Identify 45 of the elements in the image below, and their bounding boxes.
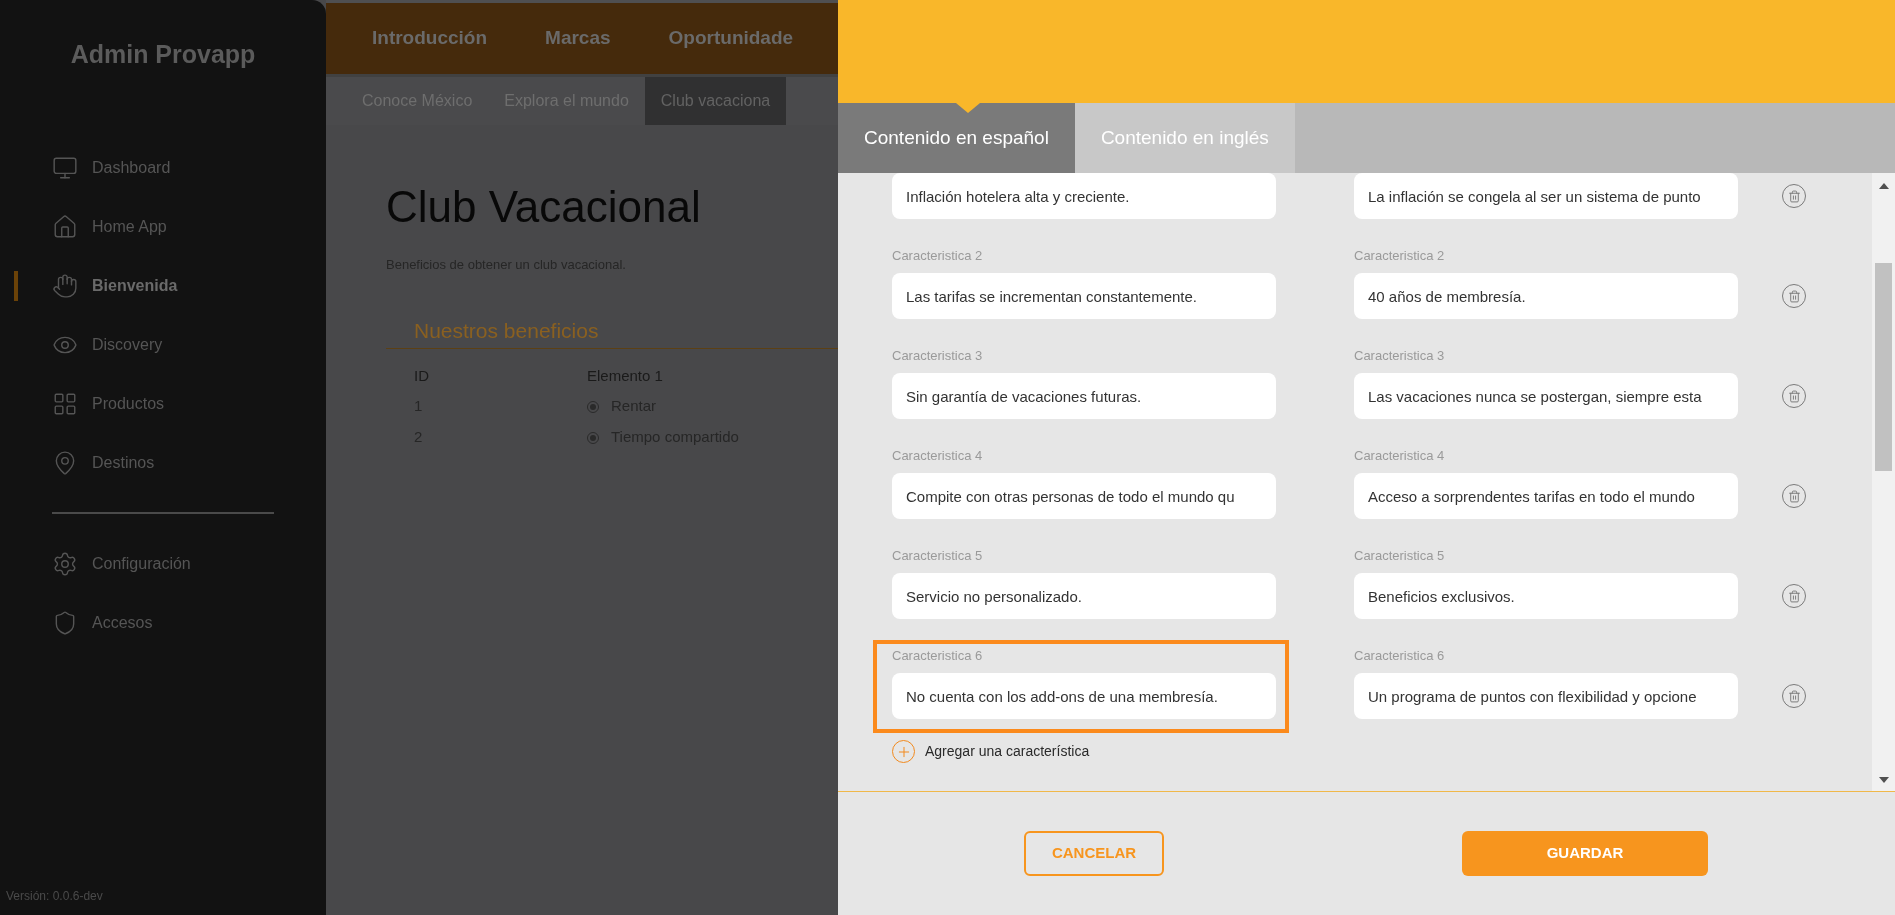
sidebar-item[interactable]: Productos: [52, 390, 165, 417]
sidebar-item[interactable]: Home App: [52, 213, 167, 240]
text-field[interactable]: No cuenta con los add-ons de una membresía.: [892, 673, 1276, 719]
sidebar-item[interactable]: Bienvenida: [52, 272, 178, 299]
text-field[interactable]: Las vacaciones nunca se postergan, siempre esta: [1354, 373, 1738, 419]
text-field[interactable]: 40 años de membresía.: [1354, 273, 1738, 319]
text-field[interactable]: Sin garantía de vacaciones futuras.: [892, 373, 1276, 419]
nav-tab[interactable]: Oportunidade: [668, 24, 794, 53]
sidebar-item[interactable]: Destinos: [52, 449, 155, 476]
text-field[interactable]: Las tarifas se incrementan constantemente.: [892, 273, 1276, 319]
gear-icon: [52, 550, 78, 577]
field-label: Caracteristica 4: [892, 447, 984, 465]
text-field[interactable]: Beneficios exclusivos.: [1354, 573, 1738, 619]
sidebar-item[interactable]: Dashboard: [52, 154, 171, 181]
cancel-button[interactable]: CANCELAR: [1024, 831, 1164, 876]
nav-tab[interactable]: Marcas: [545, 24, 611, 53]
scrollbar[interactable]: [1872, 173, 1895, 791]
app-title: Admin Provapp: [69, 39, 257, 70]
text-field[interactable]: Inflación hotelera alta y creciente.: [892, 173, 1276, 219]
text-field[interactable]: Acceso a sorprendentes tarifas en todo el mundo: [1354, 473, 1738, 519]
page-title: Club Vacacional: [386, 185, 702, 229]
field-label: Caracteristica 5: [892, 547, 984, 565]
sidebar-item[interactable]: Discovery: [52, 331, 163, 358]
field-label: Caracteristica 4: [1354, 447, 1446, 465]
language-tab[interactable]: Contenido en español: [838, 103, 1075, 173]
nav-tab[interactable]: Introducción: [372, 24, 488, 53]
field-label: Caracteristica 2: [1354, 247, 1446, 265]
add-feature-link[interactable]: Agregar una característica: [892, 740, 1090, 763]
field-label: Caracteristica 5: [1354, 547, 1446, 565]
sidebar-item[interactable]: Accesos: [52, 609, 153, 636]
field-label: Caracteristica 2: [892, 247, 984, 265]
field-label: Caracteristica 6: [892, 647, 984, 665]
field-label: Caracteristica 3: [892, 347, 984, 365]
text-field[interactable]: La inflación se congela al ser un sistema de punto: [1354, 173, 1738, 219]
field-label: Caracteristica 3: [1354, 347, 1446, 365]
hand-icon: [52, 272, 78, 299]
section-title: Nuestros beneficios: [414, 317, 600, 344]
sidebar-item[interactable]: Configuración: [52, 550, 191, 577]
text-field[interactable]: Compite con otras personas de todo el mundo qu: [892, 473, 1276, 519]
field-label: Caracteristica 6: [1354, 647, 1446, 665]
version-label: Versión: 0.0.6-dev: [6, 888, 103, 905]
save-button[interactable]: GUARDAR: [1462, 831, 1708, 876]
text-field[interactable]: Servicio no personalizado.: [892, 573, 1276, 619]
text-field[interactable]: Un programa de puntos con flexibilidad y opcione: [1354, 673, 1738, 719]
house-icon: [52, 213, 78, 240]
